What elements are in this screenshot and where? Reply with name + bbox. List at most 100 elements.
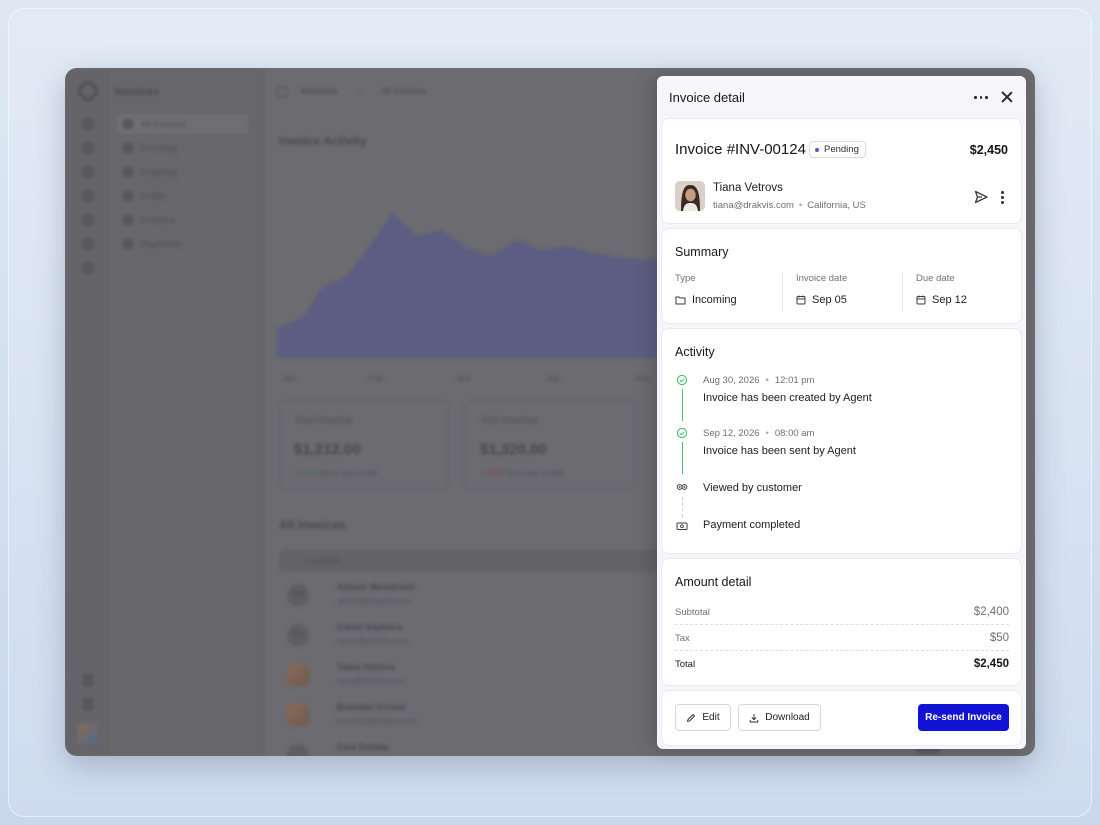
- settings-icon[interactable]: [82, 674, 94, 686]
- amount-detail-card: Amount detail Subtotal $2,400 Tax $50 To…: [661, 558, 1022, 686]
- cash-icon: [676, 522, 688, 530]
- table-header: Customer: [279, 550, 659, 572]
- sidebar-item-drafts[interactable]: Drafts: [117, 186, 249, 206]
- divider: [782, 273, 783, 311]
- breadcrumb-item[interactable]: Invoices: [302, 86, 338, 96]
- edit-button[interactable]: Edit: [675, 704, 731, 731]
- customer-meta: tiana@drakvis.com • California, US: [713, 200, 866, 211]
- stat-delta: ↑ 12% Since last month: [294, 469, 378, 478]
- activity-card: Activity Aug 30, 2026 • 12:01 pm Invoice h…: [661, 328, 1022, 554]
- search-icon[interactable]: [82, 142, 94, 154]
- invoice-header-card: Invoice #INV-00124 Pending $2,450 Tiana …: [661, 118, 1022, 224]
- table-row[interactable]: CS Carter Saphera carter@drakvis.com: [287, 620, 647, 654]
- timeline-dashed-line: [681, 497, 683, 517]
- invoice-icon: [123, 119, 133, 129]
- invoice-amount: $2,450: [969, 143, 1008, 157]
- activity-heading: Invoice Activity: [279, 134, 367, 148]
- app-title: Invoices: [115, 86, 160, 98]
- sidebar-item-payments[interactable]: Payments: [117, 234, 249, 254]
- users-icon[interactable]: [82, 238, 94, 250]
- row-name: Carter Saphera: [337, 622, 402, 632]
- sidebar-toggle-icon[interactable]: [277, 86, 287, 97]
- avatar: [287, 664, 309, 686]
- chart-icon[interactable]: [82, 214, 94, 226]
- home-icon[interactable]: [82, 118, 94, 130]
- user-avatar[interactable]: [78, 724, 98, 744]
- due-date-value: Sep 12: [916, 294, 967, 306]
- stat-value: $1,212.00: [294, 441, 361, 458]
- download-icon: [750, 713, 759, 722]
- clock-icon: [123, 215, 133, 225]
- customer-email[interactable]: tiana@drakvis.com: [713, 200, 794, 211]
- close-icon[interactable]: [1000, 90, 1014, 104]
- more-options-button[interactable]: [973, 90, 989, 104]
- pencil-icon: [687, 713, 696, 722]
- x-tick: Apr: [547, 374, 560, 383]
- table-row[interactable]: Zara Doleda: [287, 740, 647, 756]
- actions-bar: Edit Download Re-send Invoice: [661, 690, 1022, 746]
- activity-text: Invoice has been created by Agent: [703, 392, 872, 404]
- kebab-menu-icon[interactable]: [998, 189, 1006, 205]
- check-circle-icon: [676, 374, 688, 386]
- row-name: Brandon Korsor: [337, 702, 407, 712]
- total-row: Total $2,450: [675, 651, 1009, 677]
- download-button[interactable]: Download: [738, 704, 821, 731]
- stat-delta: ↓ 10% Since last month: [480, 469, 564, 478]
- breadcrumb-separator: ›: [358, 86, 362, 96]
- sidebar-item-overdue[interactable]: Overdue: [117, 210, 249, 230]
- stat-card-incoming: Total Incoming $1,320.00 ↓ 10% Since las…: [465, 400, 635, 490]
- table-row[interactable]: Brandon Korsor brandon@drakvis.com: [287, 700, 647, 734]
- status-badge: Pending: [809, 141, 866, 158]
- table-row[interactable]: Tiana Vetrovs tiana@drakvis.com: [287, 660, 647, 694]
- customer-name: Tiana Vetrovs: [713, 182, 783, 194]
- customer-location: California, US: [807, 200, 866, 211]
- all-invoices-heading: All Invoices: [279, 518, 346, 532]
- activity-title: Activity: [675, 345, 715, 359]
- row-name: Zara Doleda: [337, 742, 389, 752]
- summary-card: Summary Type Incoming Invoice date Sep 0…: [661, 228, 1022, 324]
- activity-text: Viewed by customer: [703, 482, 802, 494]
- timeline-line: [681, 389, 683, 421]
- avatar: AM: [287, 584, 309, 606]
- row-name: Allison Westervelt: [337, 582, 415, 592]
- sidebar-item-incoming[interactable]: Incoming: [117, 138, 249, 158]
- invoice-number: Invoice #INV-00124: [675, 141, 806, 158]
- avatar: [287, 704, 309, 726]
- sidebar-item-all-invoices[interactable]: All Invoices: [117, 114, 249, 134]
- breadcrumb-item[interactable]: All Invoices: [381, 86, 427, 96]
- x-tick: Mar: [457, 374, 471, 383]
- amount-detail-title: Amount detail: [675, 575, 752, 589]
- avatar: [675, 181, 705, 211]
- sidebar-item-outgoing[interactable]: Outgoing: [117, 162, 249, 182]
- stat-card-outgoing: Total Outgoing $1,212.00 ↑ 12% Since las…: [279, 400, 449, 490]
- type-value: Incoming: [675, 294, 737, 306]
- calendar-icon: [916, 295, 926, 305]
- stat-value: $1,320.00: [480, 441, 547, 458]
- timeline-line: [681, 442, 683, 474]
- help-icon[interactable]: [82, 698, 94, 710]
- subtotal-label: Subtotal: [675, 607, 710, 618]
- calendar-icon: [796, 295, 806, 305]
- table-row[interactable]: AM Allison Westervelt allison@drakvis.com: [287, 580, 647, 614]
- outbox-icon: [123, 167, 133, 177]
- icon-rail: [65, 68, 110, 756]
- document-icon[interactable]: [82, 166, 94, 178]
- summary-type: Type Incoming: [675, 273, 737, 313]
- logo-icon: [75, 78, 101, 104]
- invoice-date-value: Sep 05: [796, 294, 847, 306]
- stat-label: Total Outgoing: [294, 415, 353, 425]
- flag-icon[interactable]: [82, 262, 94, 274]
- due-date-label: Due date: [916, 273, 955, 284]
- total-value: $2,450: [973, 658, 1009, 670]
- tax-value: $50: [989, 632, 1009, 644]
- tax-label: Tax: [675, 633, 690, 644]
- resend-invoice-button[interactable]: Re-send Invoice: [918, 704, 1009, 731]
- send-icon[interactable]: [973, 189, 989, 205]
- calendar-icon[interactable]: [82, 190, 94, 202]
- row-name: Tiana Vetrovs: [337, 662, 396, 672]
- x-tick: Feb: [369, 374, 383, 383]
- drawer-title: Invoice detail: [669, 90, 745, 105]
- inbox-icon: [123, 143, 133, 153]
- type-label: Type: [675, 273, 696, 284]
- subtotal-value: $2,400: [973, 606, 1009, 618]
